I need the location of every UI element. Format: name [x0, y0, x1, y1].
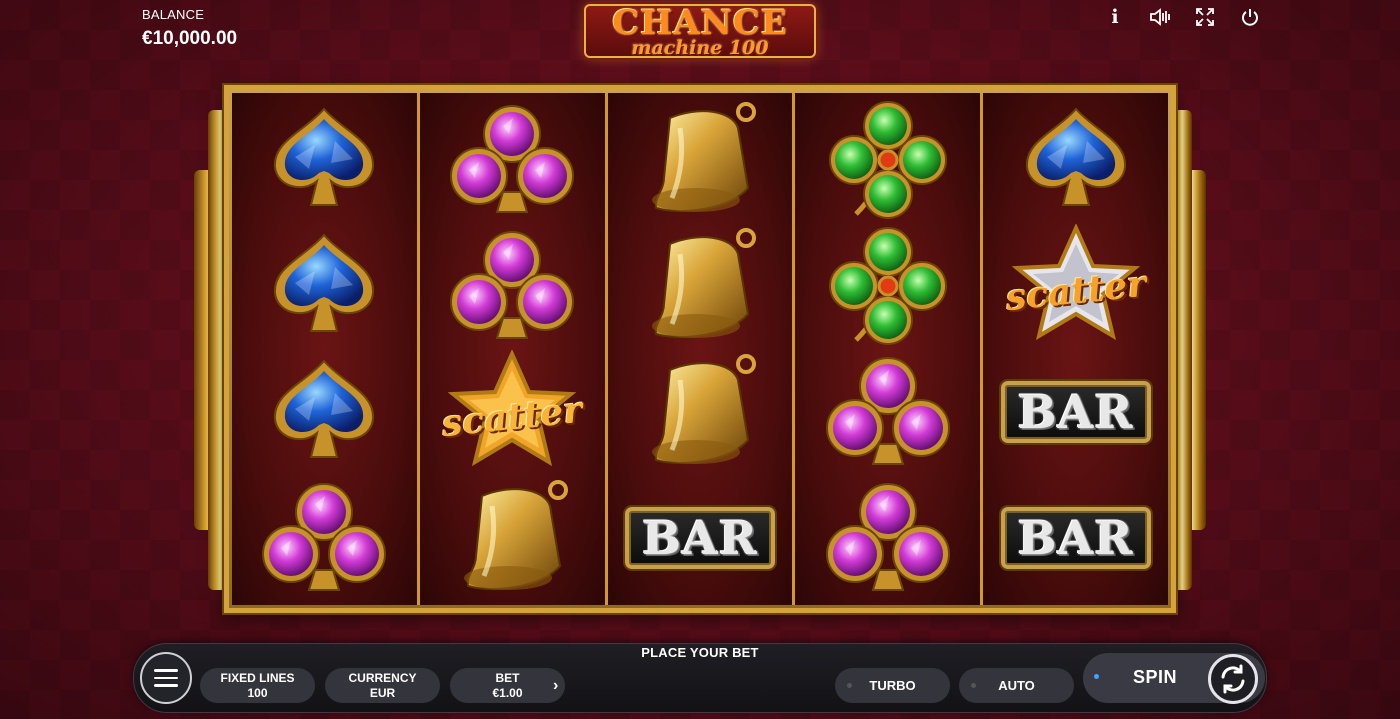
symbol-bar: BAR [624, 477, 775, 599]
symbol-club-icon [813, 477, 963, 599]
bet-increase-arrow-icon[interactable]: › [553, 677, 558, 695]
power-icon[interactable] [1238, 6, 1262, 28]
symbol-bell-icon [437, 477, 587, 599]
symbol-scatter-gold: scatter [437, 350, 587, 473]
symbol-spade-icon [249, 351, 399, 473]
currency-display: CURRENCY EUR [325, 668, 440, 703]
logo-title: CHANCE [612, 3, 788, 43]
spin-button[interactable] [1208, 654, 1258, 704]
symbol-clover-icon [813, 99, 963, 221]
reel-1 [232, 93, 417, 605]
fixed-lines-value: 100 [247, 685, 268, 700]
auto-toggle[interactable]: AUTO [959, 668, 1074, 703]
bet-selector[interactable]: BET €1.00 [450, 668, 565, 703]
turbo-label: TURBO [869, 678, 916, 693]
balance-display: BALANCE €10,000.00 [142, 7, 237, 50]
bar-text: BAR [1000, 507, 1151, 569]
symbol-club-icon [437, 99, 587, 221]
balance-value: €10,000.00 [142, 28, 238, 49]
bar-text: BAR [624, 507, 775, 569]
symbol-bar: BAR [1000, 477, 1151, 599]
currency-value: EUR [369, 685, 396, 700]
fullscreen-icon[interactable] [1193, 6, 1217, 28]
fixed-lines-label: FIXED LINES [220, 670, 295, 685]
auto-label: AUTO [998, 678, 1035, 693]
symbol-club-icon [813, 351, 963, 473]
symbol-bell-icon [625, 225, 775, 347]
reel-frame: scatter BAR scatter BAR BAR [224, 85, 1176, 613]
top-toolbar: i [1103, 6, 1262, 28]
fixed-lines-display: FIXED LINES 100 [200, 668, 315, 703]
reels-grid: scatter BAR scatter BAR BAR [232, 93, 1168, 605]
symbol-spade-icon [249, 99, 399, 221]
turbo-indicator [847, 683, 852, 688]
menu-icon-line [154, 676, 178, 680]
symbol-club-icon [437, 225, 587, 347]
spin-label[interactable]: SPIN [1133, 667, 1177, 688]
bet-prompt: PLACE YOUR BET [641, 645, 759, 660]
spin-indicator [1094, 674, 1099, 679]
reel-3: BAR [607, 93, 793, 605]
auto-indicator [971, 683, 976, 688]
reel-4 [795, 93, 981, 605]
bet-value: €1.00 [492, 685, 523, 700]
info-icon[interactable]: i [1103, 6, 1127, 28]
reel-2: scatter [419, 93, 605, 605]
symbol-bar: BAR [1000, 351, 1151, 473]
currency-label: CURRENCY [348, 670, 417, 685]
info-glyph: i [1111, 6, 1119, 28]
game-logo: CHANCE machine 100 [584, 4, 816, 58]
menu-icon-line [154, 684, 178, 687]
balance-label: BALANCE [142, 7, 205, 22]
bet-label: BET [495, 670, 520, 685]
bar-text: BAR [1000, 381, 1151, 443]
symbol-bell-icon [625, 351, 775, 473]
spin-arrows-icon [1221, 664, 1245, 694]
reel-5: scatter BAR BAR [983, 93, 1168, 605]
menu-icon-line [154, 669, 178, 672]
symbol-bell-icon [625, 99, 775, 221]
symbol-clover-icon [813, 225, 963, 347]
turbo-toggle[interactable]: TURBO [835, 668, 950, 703]
symbol-club-icon [249, 477, 399, 599]
symbol-spade-icon [249, 225, 399, 347]
sound-icon[interactable] [1148, 6, 1172, 28]
symbol-spade-icon [1001, 99, 1151, 221]
menu-button[interactable] [140, 652, 192, 704]
symbol-scatter-silver: scatter [1001, 224, 1151, 347]
